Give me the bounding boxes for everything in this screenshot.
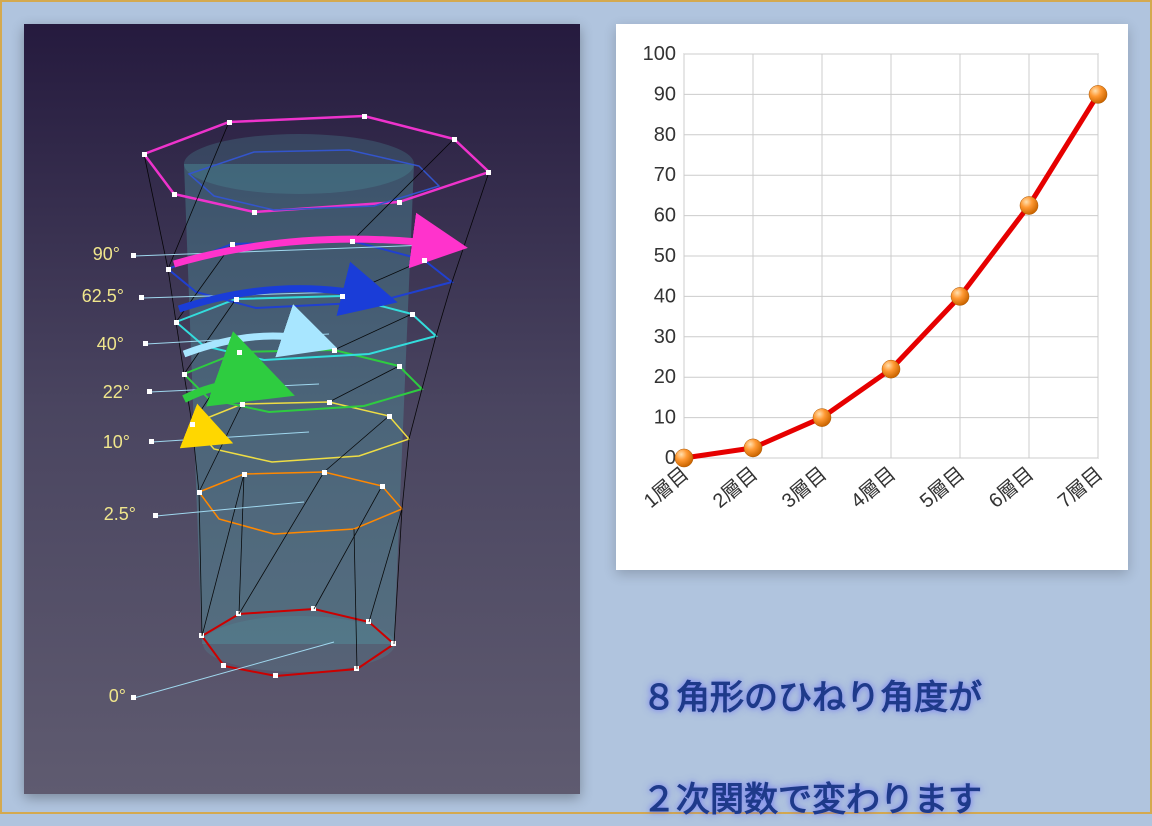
svg-text:80: 80 [654,124,676,146]
angle-label-62-5: 62.5° [64,286,124,307]
svg-text:1層目: 1層目 [640,463,693,513]
svg-text:7層目: 7層目 [1054,463,1107,513]
angle-label-22: 22° [82,382,130,403]
svg-text:2層目: 2層目 [709,463,762,513]
svg-text:60: 60 [654,205,676,227]
svg-text:100: 100 [643,43,676,65]
chart-panel: 01020304050607080901001層目2層目3層目4層目5層目6層目… [616,24,1128,570]
svg-text:50: 50 [654,245,676,267]
angle-label-10: 10° [82,432,130,453]
svg-text:6層目: 6層目 [985,463,1038,513]
wireframe-model [24,24,580,794]
caption-line-2: ２次関数で変わります [642,781,982,819]
svg-text:3層目: 3層目 [778,463,831,513]
angle-label-40: 40° [76,334,124,355]
viewport-3d: 90° 62.5° 40° 22° 10° 2.5° 0° [24,24,580,794]
caption-text: ８角形のひねり角度が ２次関数で変わります [642,622,1142,826]
svg-text:10: 10 [654,407,676,429]
label-markers [131,253,158,700]
angle-label-2-5: 2.5° [84,504,136,525]
angle-label-0: 0° [94,686,126,707]
svg-text:4層目: 4層目 [847,463,900,513]
twist-angle-chart: 01020304050607080901001層目2層目3層目4層目5層目6層目… [616,24,1128,570]
svg-text:20: 20 [654,366,676,388]
svg-text:30: 30 [654,326,676,348]
angle-label-90: 90° [72,244,120,265]
svg-text:40: 40 [654,285,676,307]
caption-line-1: ８角形のひねり角度が [642,679,982,717]
svg-text:90: 90 [654,83,676,105]
svg-text:5層目: 5層目 [916,463,969,513]
svg-text:70: 70 [654,164,676,186]
